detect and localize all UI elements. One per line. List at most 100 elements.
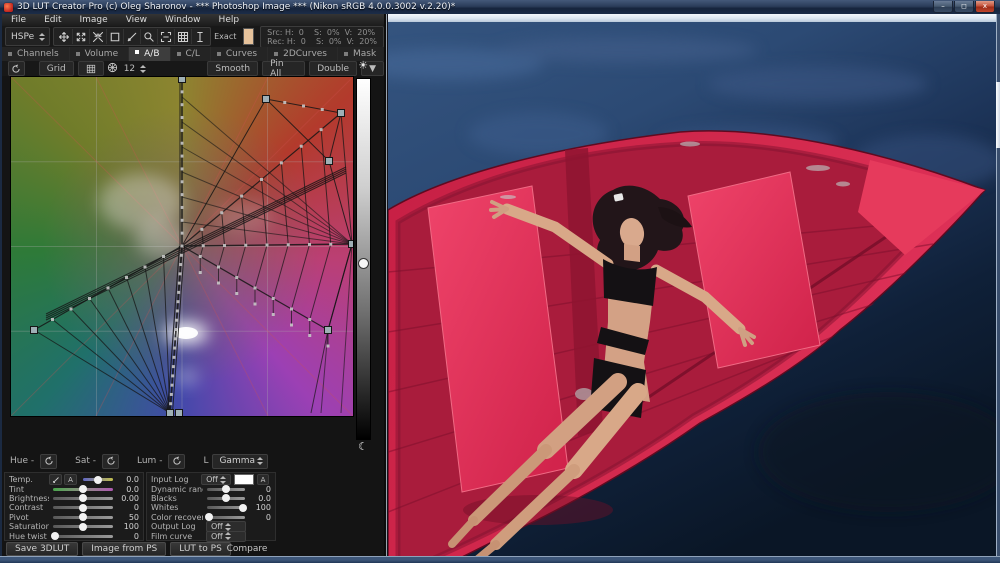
control-label: Color recover bbox=[151, 513, 203, 522]
compare-button[interactable]: Compare bbox=[202, 544, 292, 554]
slider-track[interactable] bbox=[83, 478, 113, 481]
dropdown-filmcurve[interactable]: Off bbox=[206, 531, 246, 542]
slider-handle[interactable] bbox=[79, 485, 87, 493]
menu-item-image[interactable]: Image bbox=[71, 15, 117, 25]
collapse-icon[interactable] bbox=[90, 29, 107, 44]
button-save-3dlut[interactable]: Save 3DLUT bbox=[6, 542, 78, 556]
auto-button[interactable]: A bbox=[257, 474, 269, 485]
slider-handle[interactable] bbox=[79, 513, 87, 521]
tab-bullet bbox=[217, 52, 221, 56]
grid-density-button[interactable] bbox=[78, 61, 104, 76]
app-icon bbox=[4, 3, 13, 12]
frame-icon[interactable] bbox=[158, 29, 175, 44]
dropdown-inputlog[interactable]: Off bbox=[201, 474, 231, 485]
dropdown-value: Off bbox=[211, 522, 223, 531]
tab-volume[interactable]: Volume bbox=[70, 47, 129, 61]
ibeam-icon[interactable] bbox=[192, 29, 208, 44]
title-bar[interactable]: 3D LUT Creator Pro (c) Oleg Sharonov - *… bbox=[0, 0, 1000, 14]
menu-item-file[interactable]: File bbox=[2, 15, 35, 25]
panel-divider[interactable] bbox=[384, 14, 388, 556]
slider-handle[interactable] bbox=[205, 513, 213, 521]
tab-curves[interactable]: Curves bbox=[211, 47, 268, 61]
slider-track[interactable] bbox=[207, 516, 245, 519]
image-preview[interactable] bbox=[388, 22, 996, 556]
reset-button-lum[interactable] bbox=[168, 454, 185, 469]
slider-row-tint: Tint 0.0 bbox=[9, 484, 139, 493]
white-point-swatch[interactable] bbox=[234, 474, 254, 485]
slider-track[interactable] bbox=[207, 506, 245, 509]
log-sliders-group: Input LogOffADynamic range0Blacks0.0Whit… bbox=[146, 472, 276, 541]
tab-cl[interactable]: C/L bbox=[171, 47, 211, 61]
pen-icon[interactable] bbox=[124, 29, 141, 44]
slider-track[interactable] bbox=[53, 497, 113, 500]
grid-toggle-button[interactable]: Grid bbox=[39, 61, 74, 76]
menu-item-edit[interactable]: Edit bbox=[35, 15, 70, 25]
slider-handle[interactable] bbox=[239, 504, 247, 512]
tab-bullet bbox=[274, 52, 278, 56]
mesh-reset-button[interactable] bbox=[8, 61, 25, 76]
slider-track[interactable] bbox=[53, 535, 113, 538]
lightness-handle[interactable] bbox=[358, 258, 369, 269]
reset-button-hue[interactable] bbox=[40, 454, 57, 469]
grid-icon[interactable] bbox=[175, 29, 192, 44]
grid-button-double[interactable]: Double bbox=[309, 61, 357, 76]
menu-bar: FileEditImageViewWindowHelp bbox=[2, 14, 384, 26]
auto-button[interactable]: A bbox=[64, 474, 77, 485]
slider-track[interactable] bbox=[207, 497, 245, 500]
slider-track[interactable] bbox=[53, 516, 113, 519]
lightness-slider[interactable] bbox=[356, 78, 371, 440]
slider-track[interactable] bbox=[207, 488, 245, 491]
expand-icon[interactable] bbox=[73, 29, 90, 44]
mode-select[interactable]: HSPe bbox=[5, 27, 50, 46]
eyedropper-icon[interactable] bbox=[49, 474, 62, 485]
slider-handle[interactable] bbox=[51, 532, 59, 540]
slider-value: 0.0 bbox=[117, 485, 139, 494]
slider-handle[interactable] bbox=[222, 494, 230, 502]
mode-spinner[interactable] bbox=[39, 31, 45, 43]
gamma-value: Gamma bbox=[219, 456, 255, 466]
ab-mesh[interactable] bbox=[11, 77, 353, 416]
slider-track[interactable] bbox=[53, 525, 113, 528]
grid-button-pinall[interactable]: Pin All bbox=[262, 61, 305, 76]
button-image-from-ps[interactable]: Image from PS bbox=[82, 542, 166, 556]
scrollbar-thumb[interactable] bbox=[996, 82, 1000, 148]
reset-button-sat[interactable] bbox=[102, 454, 119, 469]
photo-image bbox=[388, 22, 996, 556]
slider-label: Tint bbox=[9, 485, 49, 494]
src-readout: Src: H: 0 S: 0% V: 20% bbox=[267, 28, 375, 37]
slider-track[interactable] bbox=[53, 506, 113, 509]
tab-label: 2DCurves bbox=[283, 49, 327, 59]
dropdown-spinner[interactable] bbox=[220, 474, 226, 486]
gamma-spinner[interactable] bbox=[257, 455, 263, 467]
menu-item-window[interactable]: Window bbox=[156, 15, 210, 25]
sun-icon[interactable]: ☀ bbox=[354, 59, 372, 72]
slider-handle[interactable] bbox=[79, 504, 87, 512]
minimize-button[interactable]: – bbox=[933, 1, 953, 13]
grid-button-smooth[interactable]: Smooth bbox=[207, 61, 258, 76]
move-icon[interactable] bbox=[56, 29, 73, 44]
marquee-icon[interactable] bbox=[107, 29, 124, 44]
slider-handle[interactable] bbox=[94, 476, 102, 484]
menu-item-help[interactable]: Help bbox=[210, 15, 249, 25]
tab-label: Curves bbox=[226, 49, 257, 59]
menu-item-view[interactable]: View bbox=[117, 15, 156, 25]
gamma-dropdown[interactable]: Gamma bbox=[212, 454, 268, 469]
zoom-icon[interactable] bbox=[141, 29, 158, 44]
dropdown-spinner[interactable] bbox=[225, 530, 231, 542]
color-swatch[interactable] bbox=[243, 28, 254, 45]
subdivision-spinner[interactable] bbox=[140, 63, 146, 75]
control-label: Blacks bbox=[151, 494, 203, 503]
ab-color-field[interactable] bbox=[10, 76, 354, 417]
tab-ab[interactable]: A/B bbox=[129, 47, 170, 61]
close-button[interactable]: x bbox=[975, 1, 995, 13]
control-row-blacks: Blacks0.0 bbox=[151, 494, 271, 503]
slider-handle[interactable] bbox=[79, 494, 87, 502]
maximize-button[interactable]: ◻ bbox=[954, 1, 974, 13]
reset-label-lum: Lum - bbox=[137, 456, 162, 466]
slider-handle[interactable] bbox=[79, 523, 87, 531]
slider-row-contrast: Contrast0 bbox=[9, 503, 139, 512]
wheel-icon bbox=[104, 62, 121, 76]
slider-track[interactable] bbox=[53, 488, 113, 491]
tab-channels[interactable]: Channels bbox=[2, 47, 70, 61]
slider-handle[interactable] bbox=[222, 485, 230, 493]
